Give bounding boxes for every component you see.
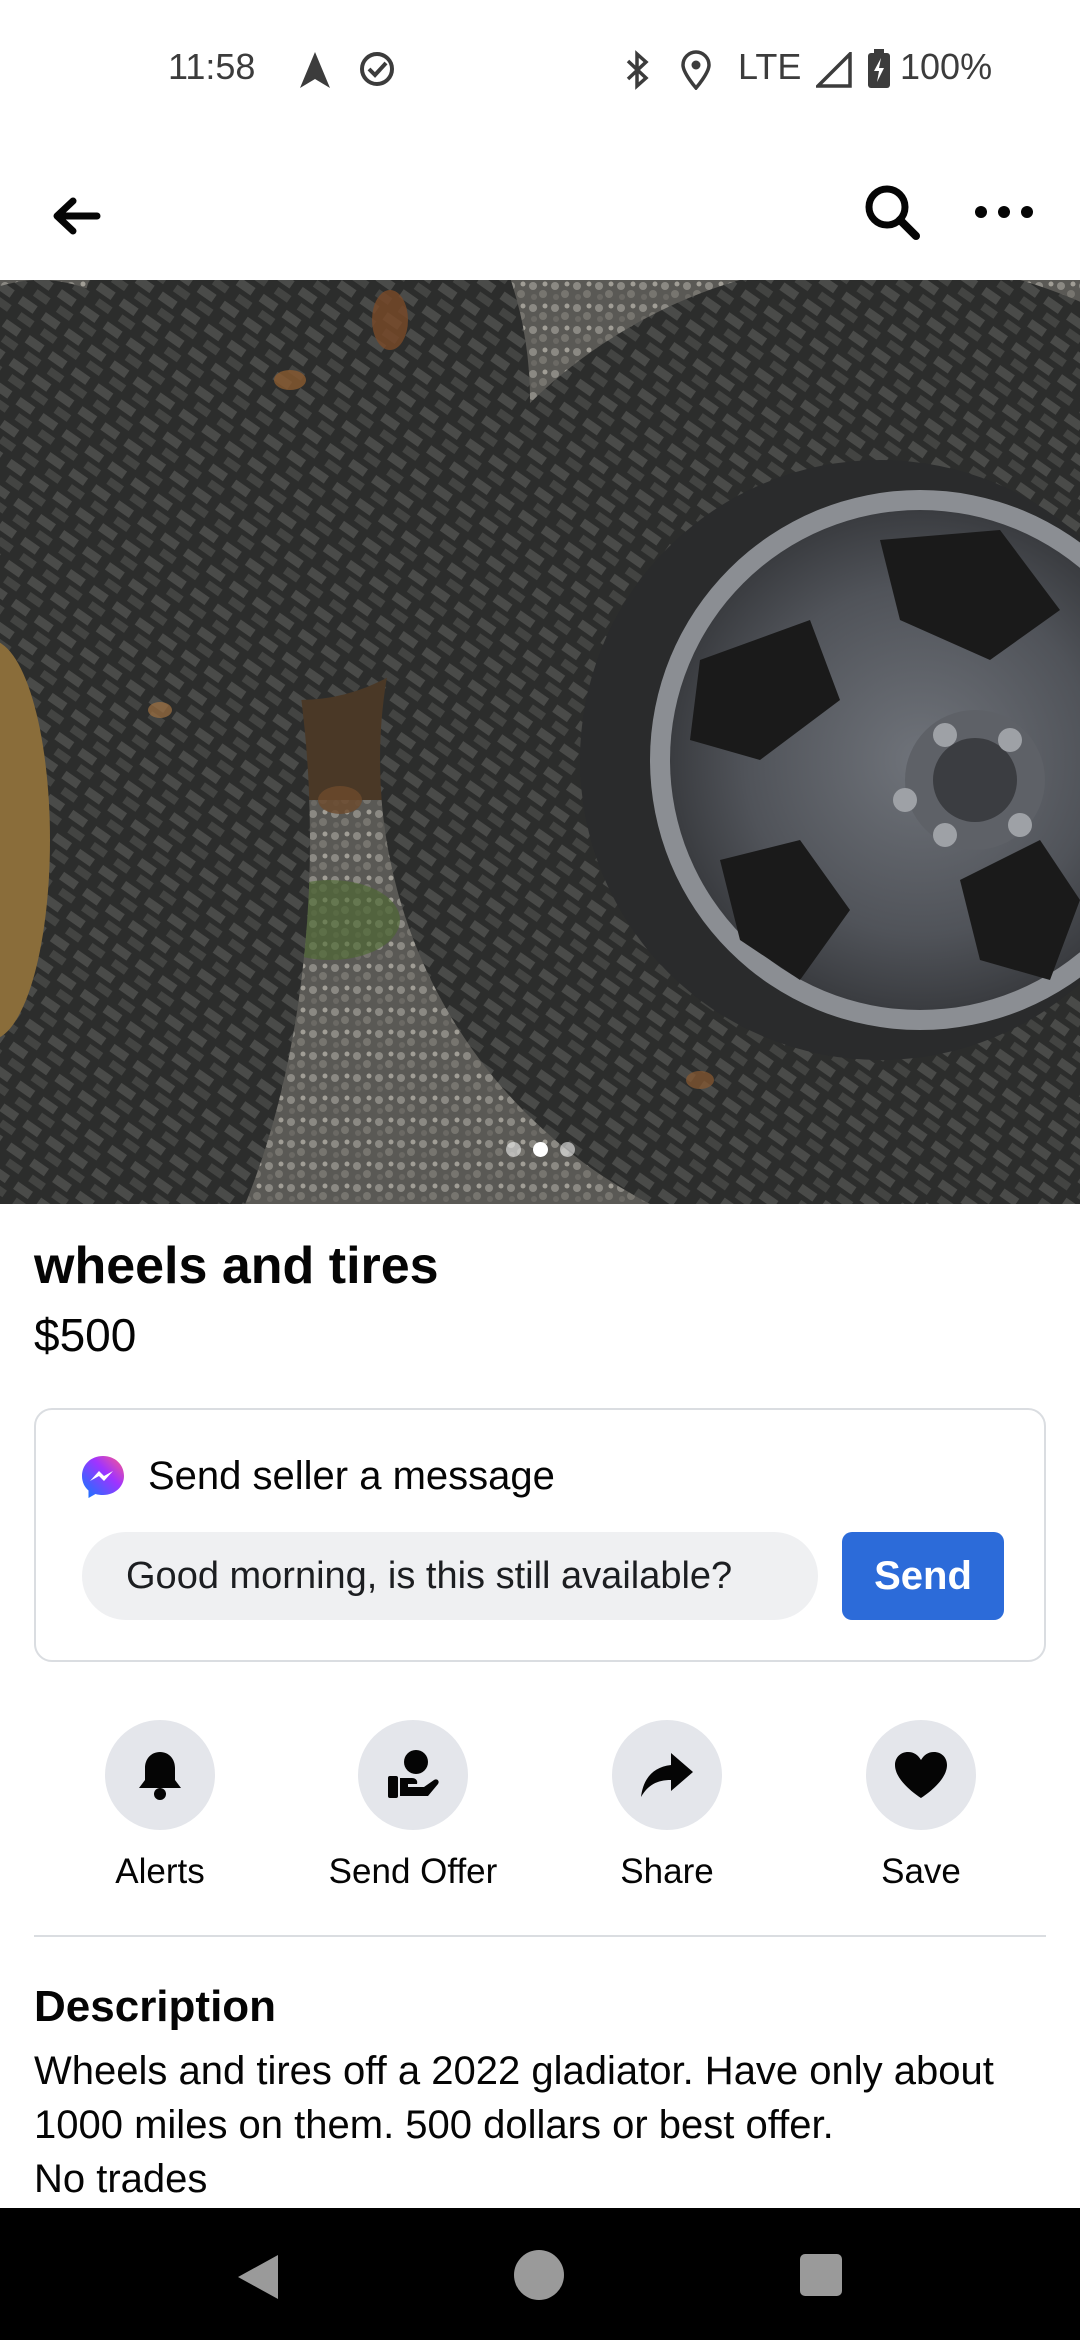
save-label: Save: [881, 1852, 961, 1891]
alerts-circle[interactable]: [105, 1720, 215, 1830]
send-message-card: Send seller a message Good morning, is t…: [34, 1408, 1046, 1662]
save-button[interactable]: Save: [801, 1720, 1041, 1892]
description-text: Wheels and tires off a 2022 gladiator. H…: [34, 2049, 994, 2201]
listing-photo[interactable]: [0, 280, 1080, 1204]
status-bar: 11:58 LTE 100%: [0, 0, 1080, 140]
carousel-dot: [505, 1142, 521, 1157]
more-options-button[interactable]: [964, 176, 1044, 248]
back-button[interactable]: [40, 180, 112, 252]
offer-hand-icon: [388, 1750, 439, 1798]
system-nav-bar: [0, 2208, 1080, 2340]
share-button[interactable]: Share: [547, 1720, 787, 1892]
save-circle[interactable]: [866, 1720, 976, 1830]
status-time: 11:58: [168, 46, 256, 87]
alerts-label: Alerts: [115, 1852, 205, 1891]
messenger-icon: [82, 1456, 124, 1498]
carousel-dot-active: [532, 1142, 548, 1157]
arrow-left-icon: [53, 197, 101, 235]
wheels-photo-image: [0, 280, 1080, 1204]
search-button[interactable]: [856, 176, 928, 248]
location-icon: [681, 50, 711, 90]
system-back-icon[interactable]: [234, 2252, 280, 2302]
heart-icon: [895, 1752, 947, 1798]
search-icon: [865, 185, 920, 240]
navigation-arrow-icon: [300, 52, 330, 88]
listing-title: wheels and tires: [34, 1237, 439, 1295]
send-button[interactable]: Send: [842, 1532, 1004, 1620]
message-input[interactable]: Good morning, is this still available?: [82, 1532, 818, 1620]
carousel-indicator: [0, 1142, 1080, 1157]
send-offer-button[interactable]: Send Offer: [293, 1720, 533, 1892]
divider: [34, 1935, 1046, 1937]
description-heading: Description: [34, 1982, 277, 2031]
send-offer-label: Send Offer: [328, 1852, 498, 1891]
alerts-button[interactable]: Alerts: [40, 1720, 280, 1892]
signal-icon: [816, 52, 852, 88]
check-circle-icon: [360, 52, 394, 86]
network-type: LTE: [738, 46, 802, 87]
bell-icon: [139, 1752, 181, 1800]
action-row: Alerts Send Offer Share Save: [0, 1720, 1080, 1900]
system-recents-icon[interactable]: [800, 2254, 842, 2296]
message-heading: Send seller a message: [148, 1454, 555, 1498]
share-label: Share: [620, 1852, 714, 1891]
battery-charging-icon: [868, 49, 890, 88]
more-dots-icon: [975, 206, 1033, 218]
listing-price: $500: [34, 1309, 137, 1361]
share-arrow-icon: [641, 1753, 693, 1797]
system-home-icon[interactable]: [514, 2250, 564, 2300]
bluetooth-icon: [626, 50, 649, 90]
share-circle[interactable]: [612, 1720, 722, 1830]
carousel-dot: [559, 1142, 575, 1157]
top-nav: [0, 140, 1080, 280]
battery-percent: 100%: [900, 46, 993, 87]
send-offer-circle[interactable]: [358, 1720, 468, 1830]
